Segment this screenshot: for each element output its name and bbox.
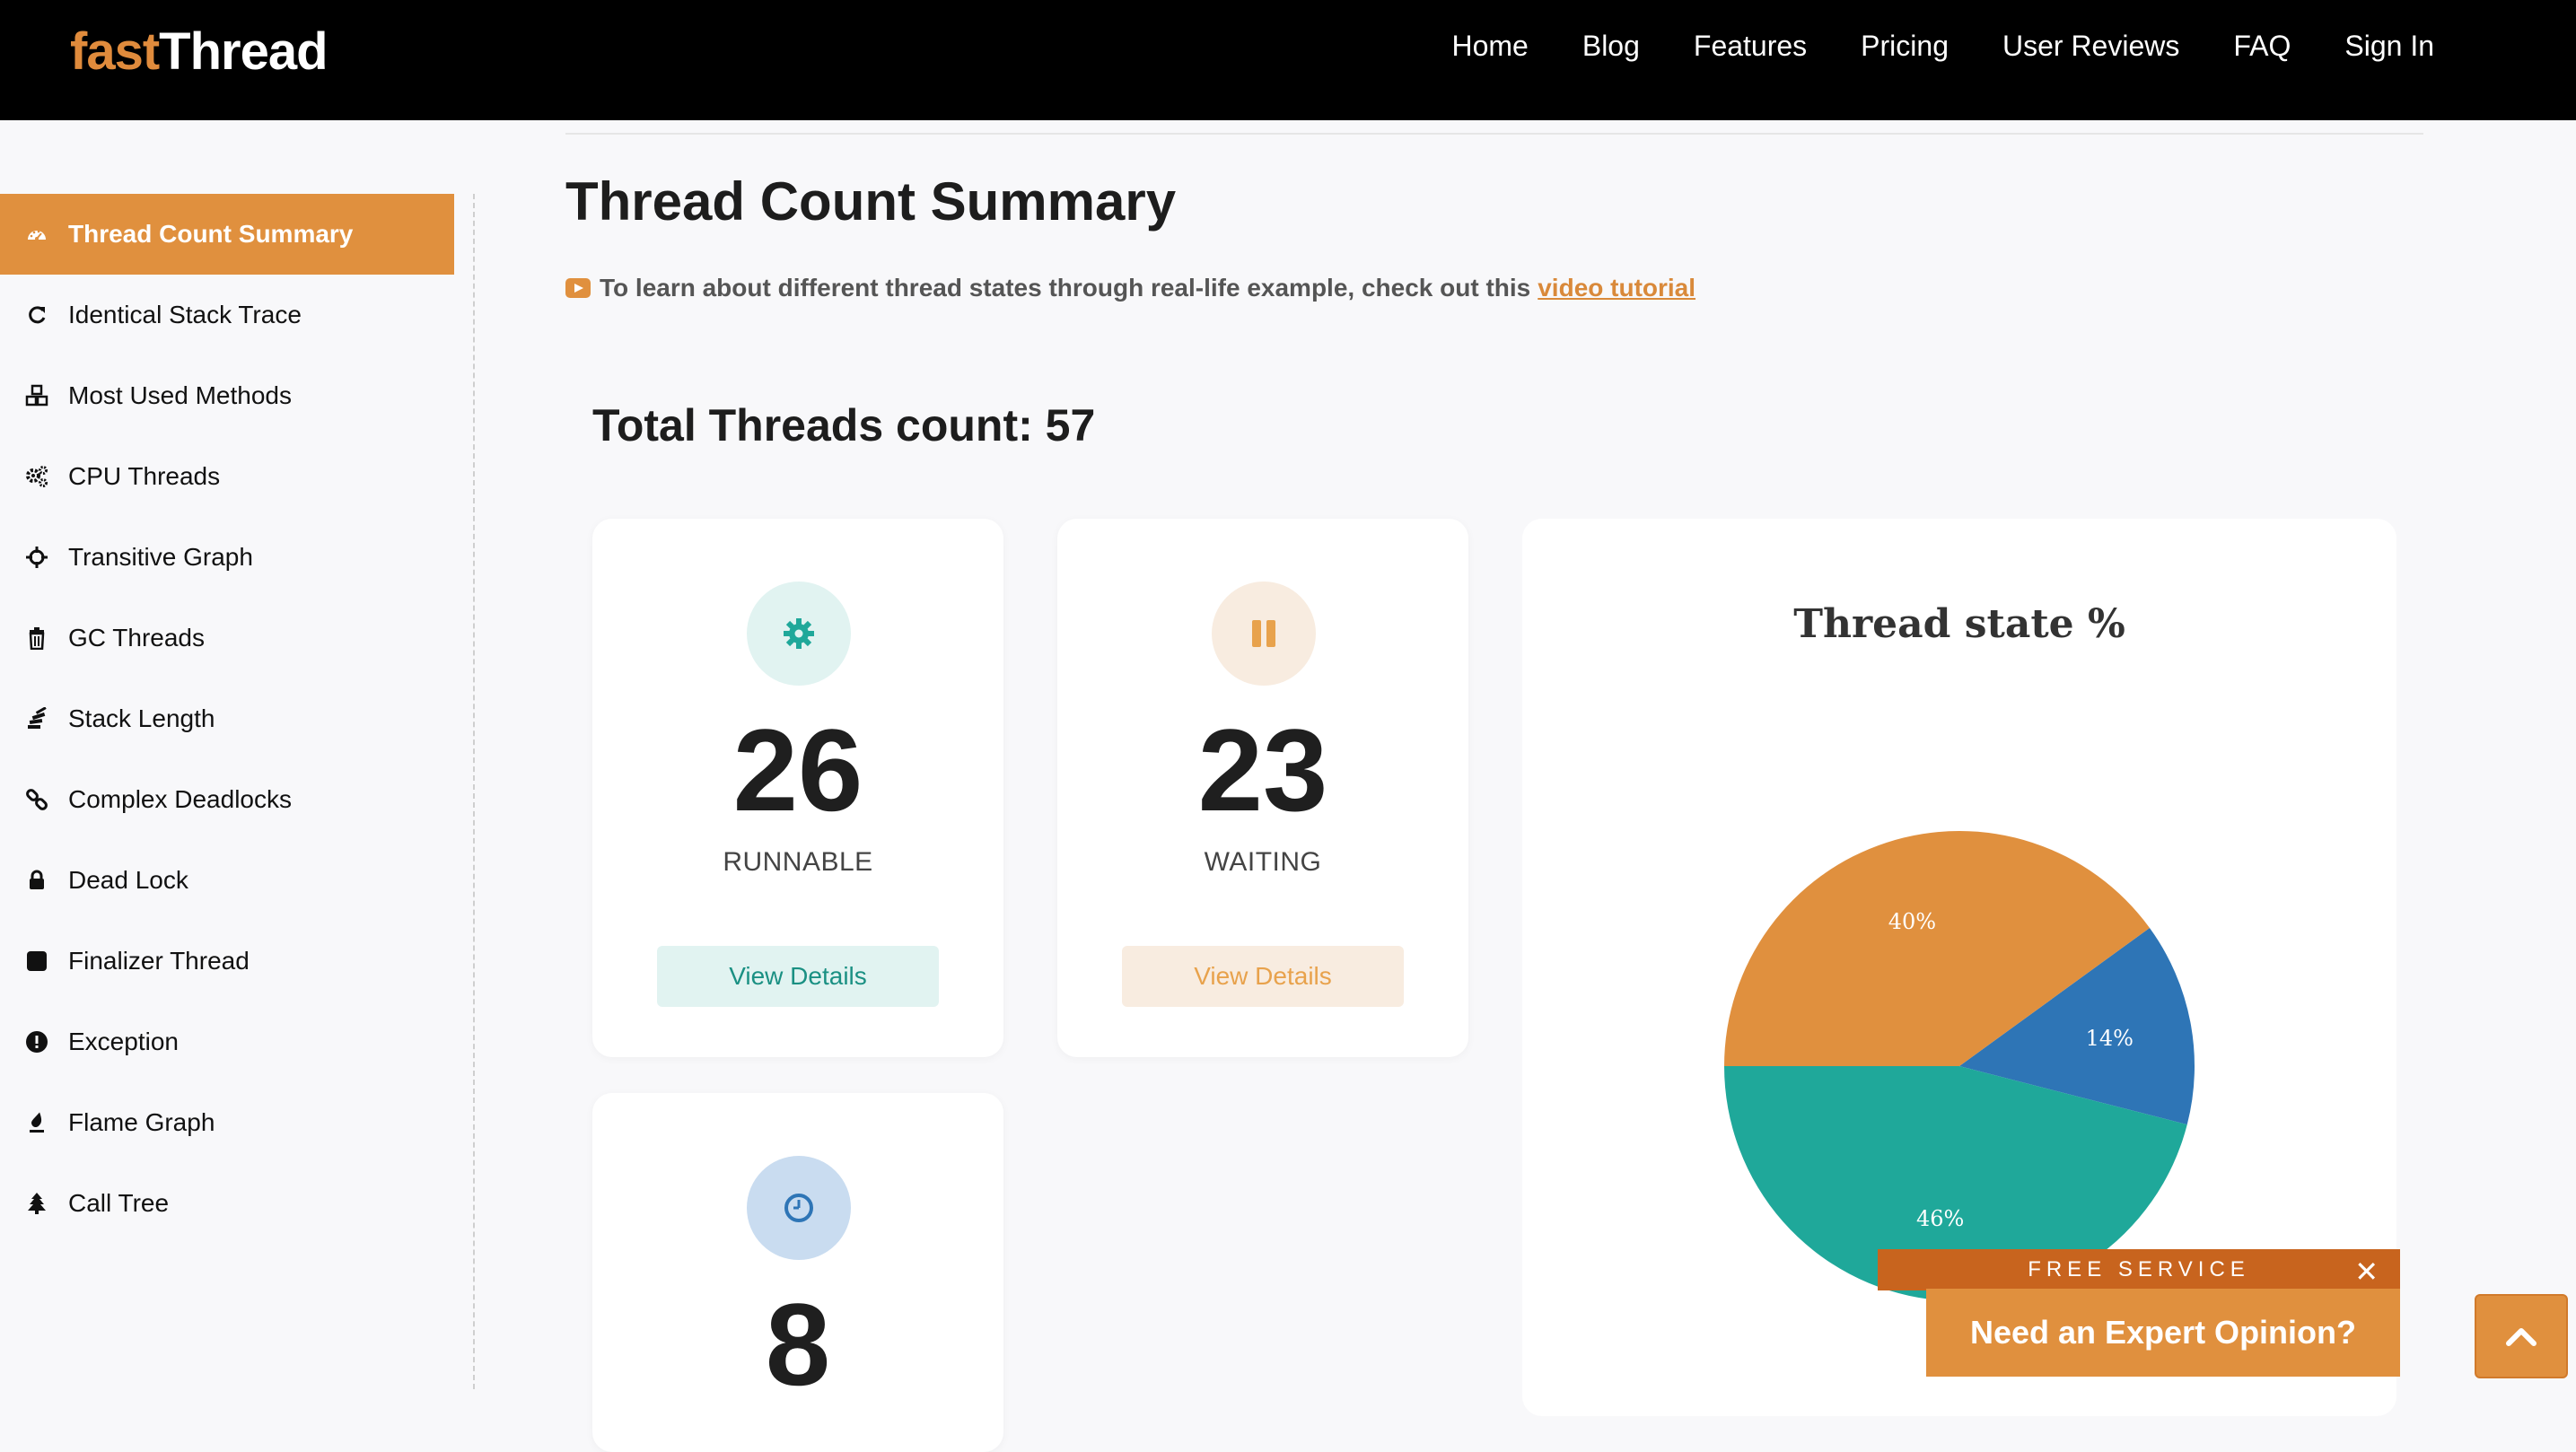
runnable-card: 26 RUNNABLE View Details (592, 519, 1003, 1057)
top-navbar: fastThread Home Blog Features Pricing Us… (0, 0, 2576, 120)
sidebar-item-label: Most Used Methods (68, 381, 292, 409)
chevron-up-icon (2506, 1328, 2537, 1346)
runnable-label: RUNNABLE (723, 847, 873, 877)
scroll-to-top-button[interactable] (2475, 1294, 2568, 1378)
waiting-count: 23 (1197, 704, 1328, 835)
sidebar-item-flame-graph[interactable]: Flame Graph (0, 1082, 454, 1163)
sidebar-item-complex-deadlocks[interactable]: Complex Deadlocks (0, 759, 454, 840)
total-threads-count: Total Threads count: 57 (592, 400, 1096, 450)
sidebar-item-most-used-methods[interactable]: Most Used Methods (0, 355, 454, 436)
close-icon[interactable]: ✕ (2354, 1255, 2379, 1289)
nav-home[interactable]: Home (1424, 25, 1555, 66)
free-service-label: FREE SERVICE (2028, 1257, 2250, 1281)
sidebar-item-label: Exception (68, 1028, 179, 1055)
square-icon (25, 949, 48, 973)
nav-pricing[interactable]: Pricing (1834, 25, 1976, 66)
nav-faq[interactable]: FAQ (2206, 25, 2318, 66)
runnable-view-details-button[interactable]: View Details (657, 946, 939, 1007)
gear-icon (747, 582, 851, 686)
sidebar-item-label: Transitive Graph (68, 543, 253, 571)
header-divider (565, 133, 2423, 135)
sidebar-item-dead-lock[interactable]: Dead Lock (0, 840, 454, 921)
runnable-count: 26 (732, 704, 863, 835)
crosshair-icon (25, 546, 48, 569)
nav-blog[interactable]: Blog (1555, 25, 1667, 66)
sidebar-item-label: GC Threads (68, 624, 205, 652)
sidebar-item-label: CPU Threads (68, 462, 221, 490)
sidebar-divider (473, 194, 475, 1389)
video-play-icon (565, 278, 591, 298)
sidebar-item-transitive-graph[interactable]: Transitive Graph (0, 517, 454, 598)
brand-part-fast: fast (70, 22, 160, 81)
link-icon (25, 788, 48, 811)
refresh-icon (25, 303, 48, 327)
lock-icon (25, 869, 48, 892)
tutorial-text: To learn about different thread states t… (600, 274, 1531, 302)
sidebar-item-identical-stack-trace[interactable]: Identical Stack Trace (0, 275, 454, 355)
sidebar-item-label: Identical Stack Trace (68, 301, 302, 328)
sidebar: Thread Count Summary Identical Stack Tra… (0, 194, 454, 1244)
sidebar-item-exception[interactable]: Exception (0, 1002, 454, 1082)
sidebar-item-label: Stack Length (68, 704, 215, 732)
tree-icon (25, 1192, 48, 1215)
clock-icon (747, 1156, 851, 1260)
sidebar-item-label: Complex Deadlocks (68, 785, 292, 813)
waiting-card: 23 WAITING View Details (1057, 519, 1468, 1057)
trash-icon (25, 626, 48, 650)
sidebar-item-thread-count-summary[interactable]: Thread Count Summary (0, 194, 454, 275)
main-nav: Home Blog Features Pricing User Reviews … (1424, 25, 2461, 66)
sidebar-item-label: Call Tree (68, 1189, 170, 1217)
brand-logo[interactable]: fastThread (70, 20, 329, 84)
sidebar-item-stack-length[interactable]: Stack Length (0, 678, 454, 759)
video-tutorial-link[interactable]: video tutorial (1538, 274, 1695, 302)
nav-sign-in[interactable]: Sign In (2318, 25, 2461, 66)
brand-part-thread: Thread (159, 22, 328, 81)
sidebar-item-label: Dead Lock (68, 866, 188, 894)
stack-icon (25, 707, 48, 730)
waiting-label: WAITING (1204, 847, 1322, 877)
timed-waiting-card: 8 (592, 1093, 1003, 1452)
pause-icon (1212, 582, 1316, 686)
tutorial-hint: To learn about different thread states t… (565, 274, 1695, 302)
page-title: Thread Count Summary (565, 171, 1177, 232)
exclamation-icon (25, 1030, 48, 1054)
sidebar-item-cpu-threads[interactable]: CPU Threads (0, 436, 454, 517)
sidebar-item-finalizer-thread[interactable]: Finalizer Thread (0, 921, 454, 1002)
timed-waiting-count: 8 (765, 1279, 831, 1410)
sidebar-item-label: Finalizer Thread (68, 947, 250, 975)
gears-icon (25, 465, 48, 488)
expert-opinion-button[interactable]: Need an Expert Opinion? (1926, 1289, 2400, 1377)
pie-label-46: 46% (1916, 1206, 1964, 1231)
sidebar-item-gc-threads[interactable]: GC Threads (0, 598, 454, 678)
waiting-view-details-button[interactable]: View Details (1122, 946, 1404, 1007)
dashboard-icon (25, 223, 48, 246)
sidebar-item-label: Thread Count Summary (68, 220, 354, 248)
pie-label-14: 14% (2086, 1026, 2134, 1051)
nav-features[interactable]: Features (1667, 25, 1834, 66)
free-service-banner: FREE SERVICE ✕ (1878, 1249, 2400, 1290)
sidebar-item-call-tree[interactable]: Call Tree (0, 1163, 454, 1244)
nav-user-reviews[interactable]: User Reviews (1976, 25, 2206, 66)
flame-icon (25, 1111, 48, 1134)
pie-label-40: 40% (1888, 909, 1936, 934)
cubes-icon (25, 384, 48, 407)
sidebar-item-label: Flame Graph (68, 1108, 215, 1136)
